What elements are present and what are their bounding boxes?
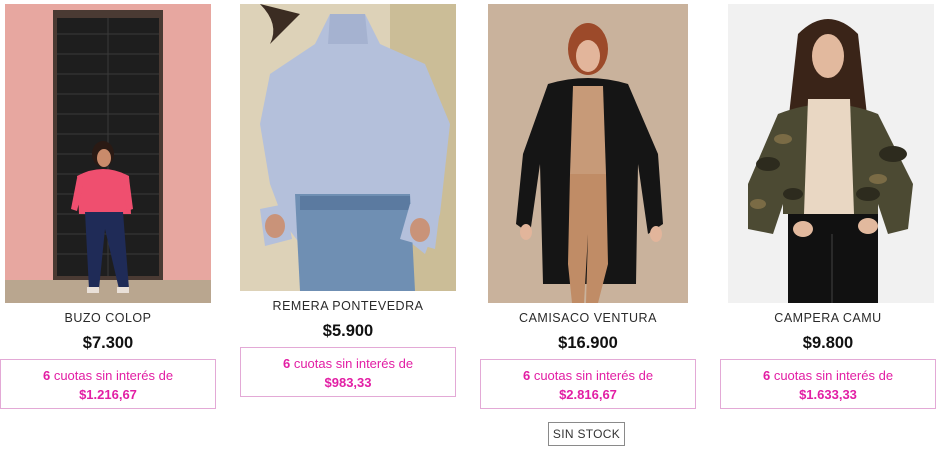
installments-box: 6 cuotas sin interés de $983,33 xyxy=(240,347,456,397)
installments-count: 6 xyxy=(522,368,531,383)
installment-amount: $1.216,67 xyxy=(79,387,137,402)
product-name[interactable]: REMERA PONTEVEDRA xyxy=(240,299,456,313)
installments-count: 6 xyxy=(762,368,771,383)
installment-amount: $983,33 xyxy=(324,375,372,390)
product-price: $5.900 xyxy=(322,322,374,340)
out-of-stock-badge: SIN STOCK xyxy=(548,422,625,446)
installments-box: 6 cuotas sin interés de $1.633,33 xyxy=(720,359,936,409)
installments-text: cuotas sin interés de xyxy=(773,368,894,383)
installments-count: 6 xyxy=(42,368,51,383)
product-price: $9.800 xyxy=(802,334,854,352)
product-card-3: CAMISACO VENTURA $16.900 6 cuotas sin in… xyxy=(480,0,696,420)
installment-amount: $2.816,67 xyxy=(559,387,617,402)
product-price: $16.900 xyxy=(558,334,618,352)
product-card-4: CAMPERA CAMU $9.800 6 cuotas sin interés… xyxy=(720,0,936,420)
installments-text: cuotas sin interés de xyxy=(293,356,414,371)
product-price: $7.300 xyxy=(82,334,134,352)
installment-amount: $1.633,33 xyxy=(799,387,857,402)
installments-box: 6 cuotas sin interés de $2.816,67 xyxy=(480,359,696,409)
installments-box: 6 cuotas sin interés de $1.216,67 xyxy=(0,359,216,409)
installments-text: cuotas sin interés de xyxy=(533,368,654,383)
product-name[interactable]: BUZO COLOP xyxy=(0,311,216,325)
product-card-2: REMERA PONTEVEDRA $5.900 6 cuotas sin in… xyxy=(240,0,456,420)
installments-text: cuotas sin interés de xyxy=(53,368,174,383)
product-name[interactable]: CAMISACO VENTURA xyxy=(480,311,696,325)
installments-count: 6 xyxy=(282,356,291,371)
product-card-1: BUZO COLOP $7.300 6 cuotas sin interés d… xyxy=(0,0,216,420)
product-name[interactable]: CAMPERA CAMU xyxy=(720,311,936,325)
